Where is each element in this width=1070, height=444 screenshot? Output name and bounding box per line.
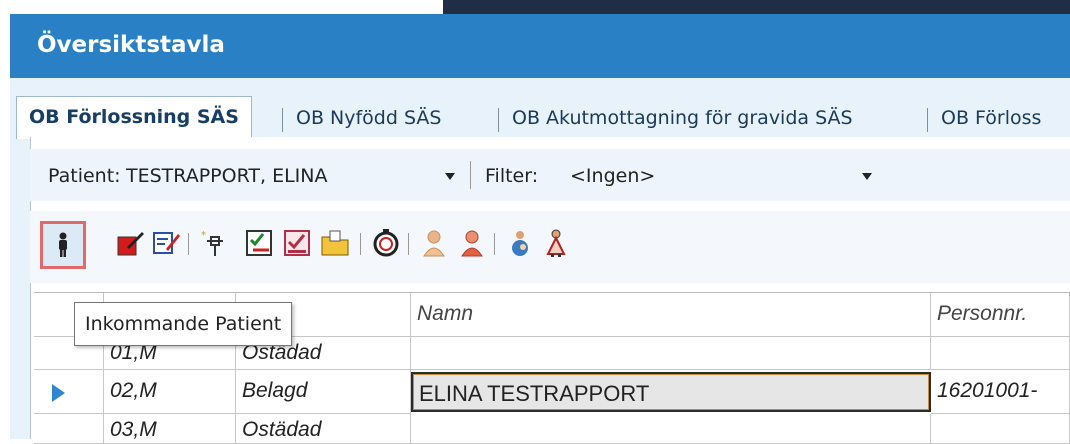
folder-open-icon	[321, 230, 349, 256]
checklist-red-button[interactable]	[280, 225, 316, 261]
patient-label: Patient:	[48, 165, 121, 187]
person-button[interactable]	[416, 225, 452, 261]
row-header-current[interactable]	[34, 370, 104, 414]
incoming-patient-icon	[59, 232, 67, 257]
folder-open-button[interactable]	[318, 225, 354, 261]
filter-bar: Patient: TESTRAPPORT, ELINA Filter: <Ing…	[30, 149, 1070, 201]
person-red-button[interactable]	[454, 225, 490, 261]
chevron-down-icon[interactable]	[445, 173, 455, 180]
cell-sal[interactable]: 02,M	[104, 370, 236, 414]
tab-strip: OB Förlossning SÄS OB Nyfödd SÄS OB Akut…	[10, 96, 1070, 139]
top-strip-dark	[443, 0, 1070, 14]
mother-baby-button[interactable]	[502, 225, 538, 261]
tab-ob-forloss-2[interactable]: OB Förloss	[941, 102, 1041, 134]
svg-text:*: *	[201, 230, 206, 241]
cell-sang[interactable]: Ostädad	[236, 414, 411, 444]
cell-namn[interactable]	[411, 337, 931, 370]
checklist-button[interactable]	[242, 225, 278, 261]
woman-button[interactable]	[538, 225, 574, 261]
tab-separator	[498, 108, 499, 132]
tooltip: Inkommande Patient	[74, 302, 293, 346]
connect-icon: *	[201, 230, 223, 256]
toolbar-separator	[188, 233, 189, 255]
cell-sal[interactable]: 03,M	[104, 414, 236, 444]
person-red-icon	[461, 230, 483, 257]
cell-sang[interactable]: Belagd	[236, 370, 411, 414]
filter-separator	[470, 161, 471, 189]
mother-baby-icon	[512, 231, 528, 256]
person-icon	[423, 230, 445, 257]
edit-blue-icon	[153, 232, 180, 254]
current-row-indicator-icon	[52, 384, 65, 402]
column-header-personnr[interactable]: Personnr.	[931, 293, 1070, 337]
cell-personnr[interactable]	[931, 337, 1070, 370]
cell-personnr[interactable]	[931, 414, 1070, 444]
filter-label: Filter:	[485, 165, 539, 187]
chevron-down-icon[interactable]	[862, 173, 872, 180]
timer-button[interactable]	[368, 225, 404, 261]
edit-red-icon	[117, 232, 144, 256]
tab-ob-nyfodd[interactable]: OB Nyfödd SÄS	[296, 102, 441, 134]
toolbar-separator	[494, 233, 495, 255]
connect-button[interactable]: *	[196, 225, 232, 261]
cell-namn-selected[interactable]: ELINA TESTRAPPORT	[411, 372, 931, 412]
checklist-red-icon	[284, 230, 310, 256]
column-header-namn[interactable]: Namn	[411, 293, 931, 337]
tab-separator	[927, 108, 928, 132]
toolbar-separator	[408, 233, 409, 255]
row-header[interactable]	[34, 414, 104, 444]
cell-personnr[interactable]: 16201001-	[931, 370, 1070, 414]
cell-namn[interactable]	[411, 414, 931, 444]
woman-icon	[546, 229, 566, 257]
tab-ob-akutmottagning[interactable]: OB Akutmottagning för gravida SÄS	[512, 102, 853, 134]
checklist-icon	[246, 230, 272, 256]
window-title: Översiktstavla	[37, 32, 225, 58]
toolbar: *	[30, 211, 1070, 283]
edit-blue-button[interactable]	[148, 225, 184, 261]
toolbar-separator	[360, 233, 361, 255]
tab-ob-forlossning[interactable]: OB Förlossning SÄS	[16, 96, 252, 139]
patient-select[interactable]: TESTRAPPORT, ELINA	[126, 165, 328, 187]
tab-separator	[282, 108, 283, 132]
edit-red-button[interactable]	[112, 225, 148, 261]
incoming-patient-button[interactable]	[40, 221, 86, 269]
filter-select[interactable]: <Ingen>	[570, 165, 655, 187]
timer-icon	[373, 229, 399, 257]
title-bar: Översiktstavla	[10, 14, 1070, 78]
